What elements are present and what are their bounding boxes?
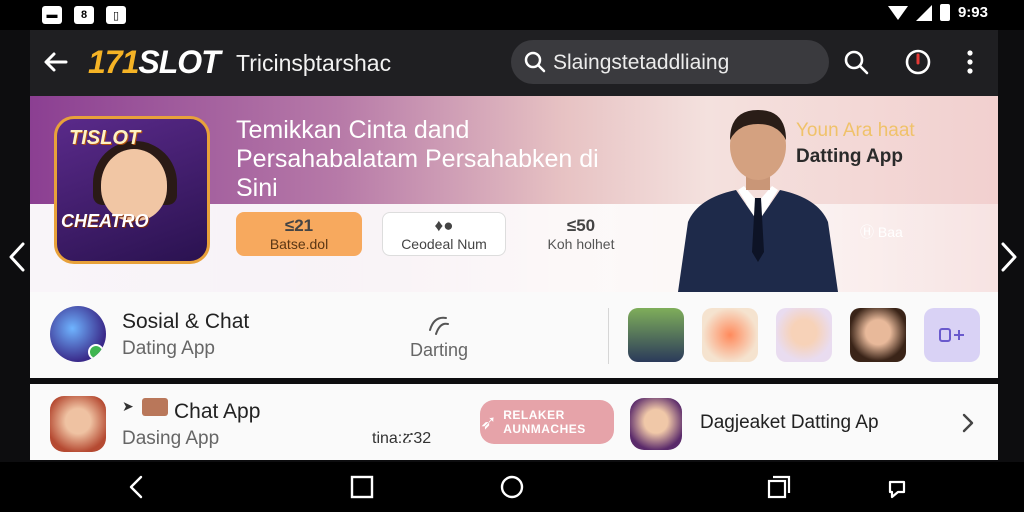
game-app-icon[interactable]: TISLOT CHEATRO <box>54 116 210 264</box>
app-notification-icon: 8 <box>74 6 94 24</box>
system-navigation-bar <box>0 462 1024 512</box>
list-item-title: Sosial & Chat <box>122 310 250 333</box>
nav-recents-icon[interactable] <box>349 474 375 500</box>
chevron-right-icon[interactable] <box>998 240 1020 274</box>
divider <box>608 308 609 364</box>
nav-overview-icon[interactable] <box>766 474 792 500</box>
category-label: Darting <box>410 340 469 360</box>
cursor-icon: ➤ <box>122 398 134 414</box>
verified-icon <box>88 344 104 360</box>
thumbnail-woman[interactable] <box>850 308 906 362</box>
signal-icon <box>915 4 932 21</box>
search-bar[interactable]: Slaingstetaddliaing <box>511 40 829 84</box>
meta-text: tina:ፘ32 <box>372 430 432 447</box>
stat-pill-1[interactable]: ≤21 Batse.dol <box>236 212 362 256</box>
nav-back-icon[interactable] <box>124 474 150 500</box>
game-icon-subtitle: CHEATRO <box>61 211 149 231</box>
nav-home-icon[interactable] <box>499 474 525 500</box>
apps-grid-icon <box>939 328 964 342</box>
list-item[interactable]: ➤ Chat App Dasing App tina:ፘ32 ➶ RELAKER… <box>30 384 998 460</box>
banner-headline: Temikkan Cinta dand Persahabalatam Persa… <box>236 116 599 202</box>
game-icon-title: TISLOT <box>69 127 141 149</box>
more-apps-button[interactable] <box>924 308 980 362</box>
social-chat-app-icon[interactable] <box>50 306 106 362</box>
list-item-title: Chat App <box>174 400 261 423</box>
list-item-subtitle: Dasing App <box>122 428 220 449</box>
message-notification-icon: ▯ <box>106 6 126 24</box>
chevron-left-icon[interactable] <box>6 240 28 274</box>
search-input[interactable]: Slaingstetaddliaing <box>553 51 729 75</box>
dating-category-icon <box>429 316 449 335</box>
list-item[interactable]: Sosial & Chat Dating App Darting <box>30 292 998 378</box>
promo-text: Youn Ara haat Datting App <box>796 120 915 167</box>
search-icon <box>524 51 546 73</box>
nav-rotate-icon[interactable] <box>884 474 910 500</box>
chat-app-icon[interactable] <box>50 396 106 452</box>
stat-pill-2[interactable]: ♦● Ceodeal Num <box>382 212 506 256</box>
app-screen: ▬ 8 ▯ 9:93 171SLOT Tricinsþtarshac Slain… <box>0 0 1024 512</box>
more-vert-icon[interactable] <box>954 46 986 78</box>
image-notification-icon: ▬ <box>42 6 62 24</box>
thumbnail-man[interactable] <box>628 308 684 362</box>
back-arrow-icon[interactable] <box>40 46 72 78</box>
thumbnail-flower[interactable] <box>702 308 758 362</box>
wifi-icon <box>887 5 908 20</box>
stat-pill-3[interactable]: ≤50 Koh holhet <box>526 212 636 256</box>
record-icon[interactable] <box>902 46 934 78</box>
status-time: 9:93 <box>957 4 988 21</box>
battery-icon <box>939 4 950 21</box>
featured-title: Dagjeaket Datting Ap <box>700 412 879 433</box>
app-logo: 171SLOT <box>88 44 221 80</box>
search-icon[interactable] <box>840 46 872 78</box>
status-bar: ▬ 8 ▯ 9:93 <box>0 0 1024 30</box>
wallet-icon <box>142 398 168 416</box>
app-title: Tricinsþtarshac <box>236 50 392 76</box>
chevron-right-icon[interactable] <box>960 412 976 434</box>
app-bar: 171SLOT Tricinsþtarshac Slaingstetaddlia… <box>30 30 998 96</box>
list-item-subtitle: Dating App <box>122 338 215 359</box>
thumbnail-girl-cartoon[interactable] <box>776 308 832 362</box>
featured-app-icon[interactable] <box>630 398 682 450</box>
arrow-icon: ➶ <box>480 411 498 434</box>
install-cta-button[interactable]: ➶ RELAKER AUNMACHES <box>480 400 614 444</box>
promo-badge: Ⓗ Baa <box>860 224 903 240</box>
hero-banner[interactable]: TISLOT CHEATRO Temikkan Cinta dand Persa… <box>30 96 998 292</box>
